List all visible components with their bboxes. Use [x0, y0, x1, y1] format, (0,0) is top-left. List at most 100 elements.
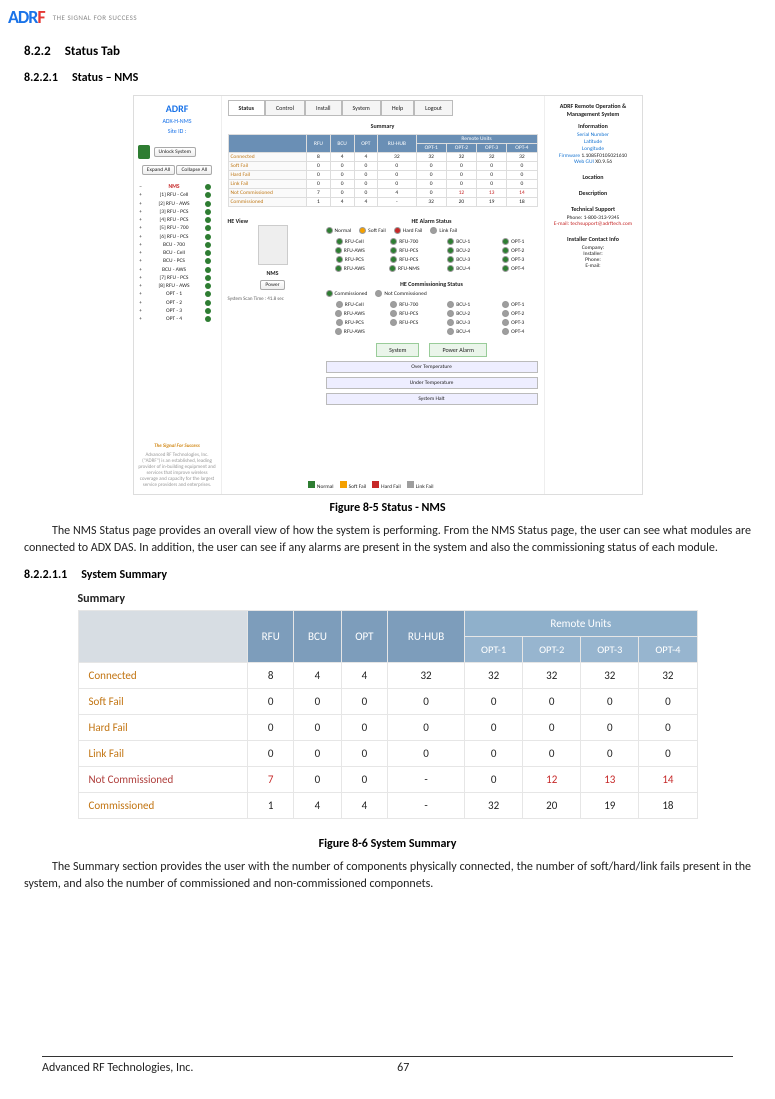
tree-node[interactable]: +BCU - PCS — [138, 257, 217, 265]
device-tree[interactable]: −NMS +[1] RFU - Cell+[2] RFU - AWS+[3] R… — [138, 183, 217, 323]
logo-mark: ADRF — [8, 6, 45, 28]
para-summary-section: The Summary section provides the user wi… — [24, 859, 751, 894]
status-item: BCU-1 — [435, 238, 484, 245]
expand-all-button[interactable]: Expand All — [142, 165, 175, 175]
status-item: BCU-4 — [435, 265, 484, 272]
status-item: RFU-AWS — [326, 310, 375, 317]
table-row: Link Fail00000000 — [78, 740, 697, 766]
tree-node[interactable]: +[5] RFU - 700 — [138, 224, 217, 232]
power-alarm-button[interactable]: Power Alarm — [429, 343, 486, 357]
unlock-system-button[interactable]: Unlock System — [154, 147, 197, 157]
top-tabs: StatusControlInstallSystemHelpLogout — [228, 100, 538, 116]
commission-legend: Commissioned Not Commissioned — [326, 290, 538, 297]
tree-node[interactable]: +[3] RFU - PCS — [138, 208, 217, 216]
status-item: RFU-AWS — [326, 265, 375, 272]
heading-status-nms: 8.2.2.1Status – NMS — [24, 71, 751, 85]
tab-help[interactable]: Help — [381, 100, 414, 116]
sidebar-logo: ADRF — [138, 102, 217, 115]
sidebar-blurb: Advanced RF Technologies, Inc. ("ADRF") … — [138, 452, 217, 488]
tree-node[interactable]: +BCU - AWS — [138, 266, 217, 274]
summary-table-mini: RFU BCU OPT RU-HUB Remote Units OPT-1OPT… — [228, 134, 538, 207]
sidebar-tagline: The Signal For Success — [138, 443, 217, 449]
tree-node[interactable]: +BCU - Cell — [138, 249, 217, 257]
he-view-panel: HE View NMS Power System Scan Time : 41.… — [228, 217, 318, 405]
table-row: Connected8443232323232 — [78, 662, 697, 688]
tower-icon — [258, 225, 288, 265]
status-item: RFU-PCS — [380, 310, 429, 317]
status-item: RFU-AWS — [326, 328, 375, 335]
figure-8-5-caption: Figure 8-5 Status - NMS — [24, 501, 751, 515]
over-temp-label: Over Temperature — [326, 361, 538, 373]
tab-install[interactable]: Install — [305, 100, 342, 116]
tree-node[interactable]: +[1] RFU - Cell — [138, 191, 217, 199]
status-item — [380, 328, 429, 335]
tree-node[interactable]: +OPT - 3 — [138, 307, 217, 315]
status-item: RFU-PCS — [380, 256, 429, 263]
tree-node[interactable]: +[8] RFU - AWS — [138, 282, 217, 290]
status-item: RFU-AWS — [326, 247, 375, 254]
commission-status-title: HE Commissioning Status — [326, 280, 538, 288]
power-button[interactable]: Power — [260, 280, 284, 290]
lock-icon — [138, 145, 150, 159]
status-item: RFU-PCS — [326, 256, 375, 263]
status-item: BCU-2 — [435, 310, 484, 317]
page-footer: Advanced RF Technologies, Inc. 67 — [42, 1056, 733, 1075]
status-item: OPT-3 — [489, 256, 538, 263]
status-item: BCU-4 — [435, 328, 484, 335]
site-id-label: Site ID : — [138, 127, 217, 135]
tree-node[interactable]: +OPT - 2 — [138, 299, 217, 307]
nms-sidebar: ADRF ADX-H-NMS Site ID : Unlock System E… — [134, 96, 222, 494]
alarm-grid: RFU-CellRFU-700BCU-1OPT-1RFU-AWSRFU-PCSB… — [326, 238, 538, 272]
figure-8-6-table: Summary RFU BCU OPT RU-HUB Remote Units … — [78, 592, 698, 819]
status-item: RFU-PCS — [380, 247, 429, 254]
system-summary-table: RFU BCU OPT RU-HUB Remote Units OPT-1OPT… — [78, 610, 698, 819]
status-item: OPT-1 — [489, 238, 538, 245]
table-row: Hard Fail00000000 — [78, 714, 697, 740]
tab-status[interactable]: Status — [228, 100, 265, 116]
figure-8-5-screenshot: ADRF ADX-H-NMS Site ID : Unlock System E… — [133, 95, 643, 495]
tree-node[interactable]: +BCU - 700 — [138, 241, 217, 249]
status-item: RFU-Cell — [326, 301, 375, 308]
status-item: RFU-PCS — [380, 319, 429, 326]
footer-page-number: 67 — [397, 1061, 409, 1075]
status-item: RFU-700 — [380, 301, 429, 308]
under-temp-label: Under Temperature — [326, 377, 538, 389]
tree-node[interactable]: +[2] RFU - AWS — [138, 200, 217, 208]
status-item: OPT-3 — [489, 319, 538, 326]
status-item: BCU-3 — [435, 319, 484, 326]
alarm-status-title: HE Alarm Status — [326, 217, 538, 225]
tab-system[interactable]: System — [342, 100, 381, 116]
table-row: Not Commissioned700-0121314 — [78, 766, 697, 792]
status-item: BCU-3 — [435, 256, 484, 263]
system-button[interactable]: System — [376, 343, 419, 357]
alarm-legend: Normal Soft Fail Hard Fail Link Fail — [326, 227, 538, 234]
table-row: Soft Fail00000000 — [78, 688, 697, 714]
tree-node[interactable]: +[6] RFU - PCS — [138, 233, 217, 241]
status-item: OPT-4 — [489, 265, 538, 272]
tab-control[interactable]: Control — [265, 100, 305, 116]
heading-system-summary: 8.2.2.1.1System Summary — [24, 568, 751, 582]
tree-node[interactable]: +OPT - 1 — [138, 290, 217, 298]
status-item: RFU-NMS — [380, 265, 429, 272]
status-item: OPT-2 — [489, 310, 538, 317]
tree-node[interactable]: +[7] RFU - PCS — [138, 274, 217, 282]
heading-status-tab: 8.2.2Status Tab — [24, 44, 751, 59]
system-halt-label: System Halt — [326, 393, 538, 405]
figure-8-6-caption: Figure 8-6 System Summary — [24, 837, 751, 851]
nms-main-panel: StatusControlInstallSystemHelpLogout Sum… — [222, 96, 544, 494]
collapse-all-button[interactable]: Collapse All — [176, 165, 212, 175]
status-item: OPT-4 — [489, 328, 538, 335]
tree-node[interactable]: +[4] RFU - PCS — [138, 216, 217, 224]
status-item: BCU-1 — [435, 301, 484, 308]
footer-legend: Normal Soft Fail Hard Fail Link Fail — [308, 481, 434, 490]
scan-time: System Scan Time : 41.8 sec — [228, 296, 318, 302]
tab-logout[interactable]: Logout — [414, 100, 453, 116]
product-name: ADX-H-NMS — [138, 117, 217, 125]
status-item: RFU-Cell — [326, 238, 375, 245]
info-panel: ADRF Remote Operation & Management Syste… — [544, 96, 642, 494]
tree-node[interactable]: +OPT - 4 — [138, 315, 217, 323]
summary-title: Summary — [228, 122, 538, 130]
logo-tagline: THE SIGNAL FOR SUCCESS — [53, 13, 137, 22]
commission-grid: RFU-CellRFU-700BCU-1OPT-1RFU-AWSRFU-PCSB… — [326, 301, 538, 335]
status-item: RFU-PCS — [326, 319, 375, 326]
